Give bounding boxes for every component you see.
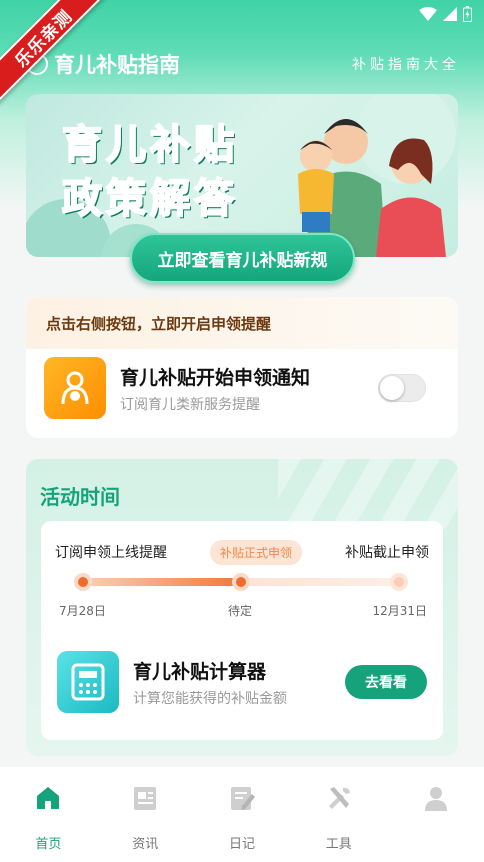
- timeline-dot-mid: [232, 573, 250, 591]
- view-new-rules-button[interactable]: 立即查看育儿补贴新规: [130, 233, 355, 283]
- calculator-icon: [57, 651, 119, 713]
- banner-title-line1: 育儿补贴: [61, 121, 238, 169]
- banner-title: 育儿补贴 政策解答: [61, 118, 238, 226]
- status-icons: [419, 6, 472, 22]
- mother-baby-icon: [44, 357, 106, 419]
- tab-profile[interactable]: [387, 767, 484, 862]
- calculator-row: 育儿补贴计算器 计算您能获得的补贴金额 去看看: [57, 651, 427, 713]
- app-header: 育儿补贴指南 补贴指南大全: [26, 48, 460, 80]
- calculator-go-button[interactable]: 去看看: [345, 665, 427, 699]
- tab-news[interactable]: 资讯: [97, 767, 194, 862]
- diary-icon: [227, 783, 257, 813]
- tab-tools-label: 工具: [325, 837, 352, 852]
- activity-inner-card: 订阅申领上线提醒 补贴正式申领 补贴截止申领 7月28日 待定 12月31日 育…: [41, 521, 443, 740]
- wifi-icon: [419, 7, 437, 21]
- timeline-dates: 7月28日 待定 12月31日: [51, 602, 433, 618]
- tab-diary[interactable]: 日记: [194, 767, 291, 862]
- signal-icon: [443, 7, 457, 21]
- reminder-subtitle: 订阅育儿类新服务提醒: [120, 396, 260, 413]
- app-slogan: 补贴指南大全: [352, 57, 460, 73]
- tools-icon: [324, 783, 354, 813]
- home-icon: [33, 783, 63, 813]
- toggle-knob: [380, 376, 404, 400]
- timeline-start-label: 订阅申领上线提醒: [55, 545, 167, 561]
- profile-icon: [421, 783, 451, 813]
- reminder-title: 育儿补贴开始申领通知: [120, 366, 311, 389]
- calculator-text: 育儿补贴计算器 计算您能获得的补贴金额: [133, 657, 345, 708]
- timeline-mid-date: 待定: [228, 604, 253, 618]
- calculator-title: 育儿补贴计算器: [133, 660, 267, 683]
- timeline-start-date: 7月28日: [59, 604, 106, 618]
- activity-card: 活动时间 订阅申领上线提醒 补贴正式申领 补贴截止申领 7月28日 待定 12月…: [26, 459, 458, 756]
- app-title: 育儿补贴指南: [54, 53, 180, 77]
- reminder-card: 点击右侧按钮，立即开启申领提醒 育儿补贴开始申领通知 订阅育儿类新服务提醒: [26, 297, 458, 438]
- news-icon: [130, 783, 160, 813]
- tab-home-label: 首页: [35, 837, 62, 852]
- reminder-row: 育儿补贴开始申领通知 订阅育儿类新服务提醒: [44, 357, 426, 419]
- tab-home[interactable]: 首页: [0, 767, 97, 862]
- tab-diary-label: 日记: [228, 837, 255, 852]
- battery-icon: [463, 6, 472, 22]
- bottom-tab-bar: 首页 资讯 日记 工具: [0, 767, 484, 862]
- timeline-end-label: 补贴截止申领: [344, 545, 429, 561]
- calculator-subtitle: 计算您能获得的补贴金额: [133, 690, 287, 707]
- decorative-stripes: [278, 459, 458, 529]
- reminder-toggle[interactable]: [378, 374, 426, 402]
- app-brand: 育儿补贴指南: [26, 49, 180, 79]
- reminder-hint: 点击右侧按钮，立即开启申领提醒: [26, 297, 458, 349]
- reminder-text: 育儿补贴开始申领通知 订阅育儿类新服务提醒: [120, 363, 378, 414]
- timeline-segment-pending: [241, 578, 399, 586]
- timeline-segment-done: [83, 578, 241, 586]
- timeline-dot-end: [390, 573, 408, 591]
- activity-title: 活动时间: [40, 485, 120, 509]
- banner-title-line2: 政策解答: [61, 175, 238, 223]
- timeline-mid-label: 补贴正式申领: [209, 539, 302, 565]
- timeline-labels: 订阅申领上线提醒 补贴正式申领 补贴截止申领: [55, 539, 429, 565]
- tab-news-label: 资讯: [132, 837, 159, 852]
- timeline-dot-start: [74, 573, 92, 591]
- timeline-end-date: 12月31日: [372, 604, 427, 618]
- tab-tools[interactable]: 工具: [290, 767, 387, 862]
